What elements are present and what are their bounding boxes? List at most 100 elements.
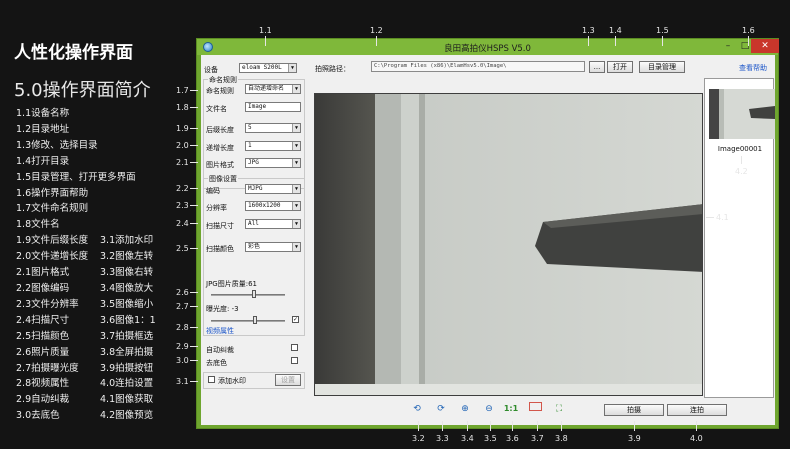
exposure-slider[interactable] — [211, 320, 285, 322]
exposure-auto-checkbox[interactable]: ✓ — [292, 316, 299, 323]
legend-row: 2.8视频属性 4.0连拍设置 — [16, 376, 156, 392]
quality-slider[interactable] — [211, 294, 285, 296]
path-input[interactable]: C:\Program Files (x86)\ElamHsv5.0\Image\ — [371, 61, 585, 72]
fullscreen-icon[interactable]: ⛶ — [551, 402, 567, 416]
annotation-line — [190, 107, 198, 108]
watermark-checkbox[interactable] — [208, 376, 215, 383]
format-select[interactable]: JPG ▼ — [245, 158, 301, 168]
annotation-line — [190, 346, 198, 347]
annotation-label: 4.2 — [735, 167, 748, 176]
browse-button[interactable]: ... — [589, 61, 605, 73]
help-link[interactable]: 查看帮助 — [739, 63, 767, 73]
legend-item: 2.1图片格式 — [16, 267, 70, 279]
legend-item: 1.8文件名 — [16, 219, 60, 231]
legend-row: 2.9自动纠裁 4.1图像获取 — [16, 392, 156, 408]
open-folder-button[interactable]: 打开 — [607, 61, 633, 73]
annotation-label: 2.3 — [176, 201, 189, 210]
annotation-line — [190, 205, 198, 206]
annotation-line — [696, 421, 697, 431]
annotation-label: 2.0 — [176, 141, 189, 150]
naming-rule-select[interactable]: 自动递增命名 ▼ — [245, 84, 301, 94]
crop-select-icon[interactable] — [527, 402, 543, 416]
video-properties-link[interactable]: 视频属性 — [206, 326, 234, 336]
title-bar[interactable]: 良田高拍仪HSPS V5.0 – □ ✕ — [197, 39, 779, 55]
increment-select[interactable]: 1 ▼ — [245, 141, 301, 151]
suffix-length-select[interactable]: 5 ▼ — [245, 123, 301, 133]
annotation-line — [418, 421, 419, 431]
legend-row: 2.5扫描颜色 3.7拍摄框选 — [16, 329, 156, 345]
annotation-label: 2.9 — [176, 342, 189, 351]
legend-row: 2.6照片质量 3.8全屏拍摄 — [16, 345, 156, 361]
image-group-title: 图像设置 — [208, 174, 238, 184]
chevron-down-icon: ▼ — [292, 243, 300, 251]
annotation-label: 4.1 — [716, 213, 729, 222]
annotation-line — [537, 421, 538, 431]
annotation-line — [634, 421, 635, 431]
legend-item: 3.0去底色 — [16, 410, 60, 422]
annotation-line — [588, 36, 589, 46]
capture-button[interactable]: 拍摄 — [604, 404, 664, 416]
legend-item: 4.2图像预览 — [100, 410, 154, 422]
annotation-label: 2.5 — [176, 244, 189, 253]
legend-item: 3.5图像缩小 — [100, 298, 154, 310]
auto-crop-label: 自动纠裁 — [206, 346, 234, 354]
slide-title: 人性化操作界面 — [14, 43, 133, 63]
legend-item: 1.5目录管理、打开更多界面 — [16, 171, 136, 183]
auto-crop-checkbox[interactable] — [291, 344, 298, 351]
encoding-select[interactable]: MJPG ▼ — [245, 184, 301, 194]
legend-item: 2.5扫描颜色 — [16, 330, 70, 342]
annotation-label: 3.1 — [176, 377, 189, 386]
chevron-down-icon: ▼ — [292, 142, 300, 150]
annotation-label: 3.3 — [436, 434, 449, 443]
remove-bg-checkbox[interactable] — [291, 357, 298, 364]
device-select[interactable]: eloam S200L ▼ — [239, 63, 297, 73]
legend-item: 2.8视频属性 — [16, 378, 70, 390]
actual-size-icon[interactable]: 1:1 — [503, 402, 519, 416]
annotation-line — [265, 36, 266, 46]
legend-row: 1.4打开目录 — [16, 154, 156, 170]
close-button[interactable]: ✕ — [751, 39, 779, 53]
annotation-label: 2.1 — [176, 158, 189, 167]
zoom-in-icon[interactable]: ⊕ — [457, 402, 473, 416]
annotation-line — [190, 360, 198, 361]
zoom-out-icon[interactable]: ⊖ — [481, 402, 497, 416]
annotation-label: 1.7 — [176, 86, 189, 95]
thumbnail-image[interactable] — [709, 89, 775, 139]
suffix-length-label: 后缀长度 — [206, 126, 234, 134]
legend-row: 1.2目录地址 — [16, 122, 156, 138]
folder-manage-button[interactable]: 目录管理 — [639, 61, 685, 73]
legend-row: 1.8文件名 — [16, 217, 156, 233]
app-window: 良田高拍仪HSPS V5.0 – □ ✕ 设备 eloam S200L ▼ 命名规… — [196, 38, 779, 429]
legend-item: 1.9文件后缀长度 — [16, 235, 89, 247]
camera-preview[interactable] — [314, 93, 703, 396]
annotation-line — [442, 421, 443, 431]
annotation-label: 3.0 — [176, 356, 189, 365]
legend-row: 1.6操作界面帮助 — [16, 186, 156, 202]
rotate-right-icon[interactable]: ⟳ — [433, 402, 449, 416]
annotation-line — [190, 145, 198, 146]
scan-color-select[interactable]: 彩色 ▼ — [245, 242, 301, 252]
resolution-label: 分辨率 — [206, 204, 227, 212]
annotation-line — [190, 90, 198, 91]
annotation-line — [190, 128, 198, 129]
annotation-line — [190, 381, 198, 382]
legend-item: 2.7拍摄曝光度 — [16, 362, 79, 374]
exposure-slider-thumb[interactable] — [253, 316, 257, 324]
watermark-settings-button[interactable]: 设置 — [275, 374, 301, 386]
filename-label: 文件名 — [206, 105, 227, 113]
scan-size-select[interactable]: All ▼ — [245, 219, 301, 229]
resolution-select[interactable]: 1600x1200 ▼ — [245, 201, 301, 211]
legend-row: 2.2图像编码 3.4图像放大 — [16, 281, 156, 297]
annotation-line — [190, 327, 198, 328]
slide-subtitle: 5.0操作界面简介 — [14, 80, 151, 101]
annotation-line — [662, 36, 663, 46]
annotation-label: 3.5 — [484, 434, 497, 443]
annotation-line — [706, 217, 714, 218]
filename-input[interactable]: Image — [245, 102, 301, 112]
rotate-left-icon[interactable]: ⟲ — [409, 402, 425, 416]
continuous-capture-button[interactable]: 连拍 — [667, 404, 727, 416]
annotation-label: 3.8 — [555, 434, 568, 443]
quality-slider-thumb[interactable] — [251, 290, 256, 298]
legend-row: 1.3修改、选择目录 — [16, 138, 156, 154]
legend-row: 1.5目录管理、打开更多界面 — [16, 170, 156, 186]
